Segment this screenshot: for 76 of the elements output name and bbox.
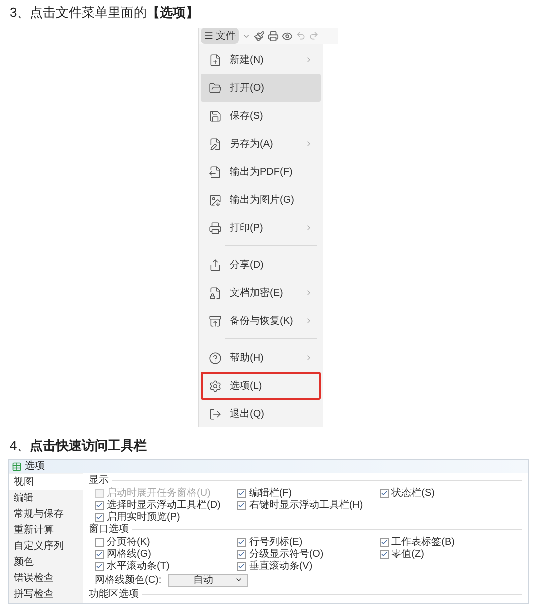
menu-item[interactable]: 保存(S)	[201, 102, 321, 130]
checkbox[interactable]	[95, 562, 104, 570]
file-pen-icon	[209, 138, 222, 150]
file-menu-button[interactable]: 文件	[201, 28, 239, 44]
checkbox-label: 零值(Z)	[392, 548, 424, 560]
menu-item[interactable]: 文档加密(E)	[201, 279, 321, 307]
dialog-title: 选项	[25, 460, 45, 473]
checkbox[interactable]	[95, 512, 104, 522]
section-title: 显示	[89, 475, 109, 486]
settings-icon	[209, 380, 222, 392]
checkbox-label: 工作表标签(B)	[392, 536, 455, 548]
printer-icon[interactable]	[268, 30, 279, 42]
sidebar-item[interactable]: 错误检查	[9, 570, 83, 586]
sidebar-item[interactable]: 拼写检查	[9, 586, 83, 602]
checkbox[interactable]	[237, 562, 246, 570]
menu-item[interactable]: 新建(N)	[201, 46, 321, 74]
section-title: 功能区选项	[89, 589, 139, 600]
step-heading: 4、点击快速访问工具栏	[9, 437, 148, 456]
menu-item[interactable]: 帮助(H)	[201, 344, 321, 372]
checkbox-label: 启用实时预览(P)	[107, 512, 180, 522]
checkbox-label: 右键时显示浮动工具栏(H)	[249, 500, 364, 510]
sidebar-item[interactable]: 常规与保存	[9, 506, 83, 522]
file-lock-icon	[209, 286, 222, 300]
checkbox-label: 选择时显示浮动工具栏(D)	[107, 500, 221, 510]
exit-icon	[209, 408, 222, 420]
checkbox-label: 启动时展开任务窗格(U)	[107, 488, 211, 498]
menu-item[interactable]: 打开(O)	[201, 74, 321, 102]
sidebar-item[interactable]: 视图	[9, 474, 83, 490]
step-heading: 3、点击文件菜单里面的【选项】	[9, 4, 200, 22]
preview-icon[interactable]	[282, 30, 293, 42]
menu-item[interactable]: 备份与恢复(K)	[201, 307, 321, 344]
checkbox[interactable]	[95, 538, 104, 546]
checkbox[interactable]	[380, 550, 389, 558]
folder-icon	[209, 82, 222, 94]
archive-icon	[209, 314, 222, 328]
checkbox[interactable]	[237, 538, 246, 546]
menu-item[interactable]: 选项(L)	[201, 372, 321, 400]
checkbox-label: 水平滚动条(T)	[107, 560, 170, 572]
checkbox-label: 垂直滚动条(V)	[249, 560, 313, 572]
menu-item[interactable]: 退出(Q)	[201, 400, 321, 428]
save-icon	[209, 110, 222, 122]
sidebar-item[interactable]: 自定义序列	[9, 538, 83, 554]
checkbox[interactable]	[237, 550, 246, 558]
checkbox-label: 行号列标(E)	[249, 536, 303, 548]
menu-item[interactable]: 输出为图片(G)	[201, 186, 321, 214]
paintbrush-icon[interactable]	[254, 30, 265, 42]
menu-item[interactable]: 打印(P)	[201, 214, 321, 251]
checkbox-label: 网格线(G)	[107, 548, 152, 560]
sidebar-item[interactable]: 重新计算	[9, 522, 83, 538]
checkbox[interactable]	[237, 488, 246, 498]
checkbox[interactable]	[237, 500, 246, 510]
menu-item[interactable]: 分享(D)	[201, 251, 321, 279]
checkbox-label: 分页符(K)	[107, 536, 150, 548]
checkbox-label: 状态栏(S)	[392, 488, 435, 498]
checkbox[interactable]	[380, 488, 389, 498]
caret-icon	[234, 576, 243, 584]
printer-icon	[209, 222, 222, 234]
checkbox[interactable]	[95, 550, 104, 558]
setting-label: 网格线颜色(C):	[95, 574, 162, 586]
sidebar-item[interactable]: 颜色	[9, 554, 83, 570]
checkbox[interactable]	[95, 500, 104, 510]
checkbox-label: 编辑栏(F)	[249, 488, 292, 498]
checkbox-label: 分级显示符号(O)	[249, 548, 324, 560]
sidebar-item[interactable]: 编辑	[9, 490, 83, 506]
section-title: 窗口选项	[89, 524, 129, 535]
menu-item[interactable]: 另存为(A)	[201, 130, 321, 158]
share-icon	[209, 258, 222, 272]
checkbox[interactable]	[380, 538, 389, 546]
menu-icon	[204, 31, 214, 41]
new-file-icon	[209, 54, 222, 66]
help-icon	[209, 352, 222, 364]
color-dropdown[interactable]: 自动	[168, 574, 248, 586]
menu-item[interactable]: 输出为PDF(F)	[201, 158, 321, 186]
file-output-icon	[209, 166, 222, 178]
image-icon	[209, 194, 222, 206]
spreadsheet-icon	[12, 462, 22, 472]
